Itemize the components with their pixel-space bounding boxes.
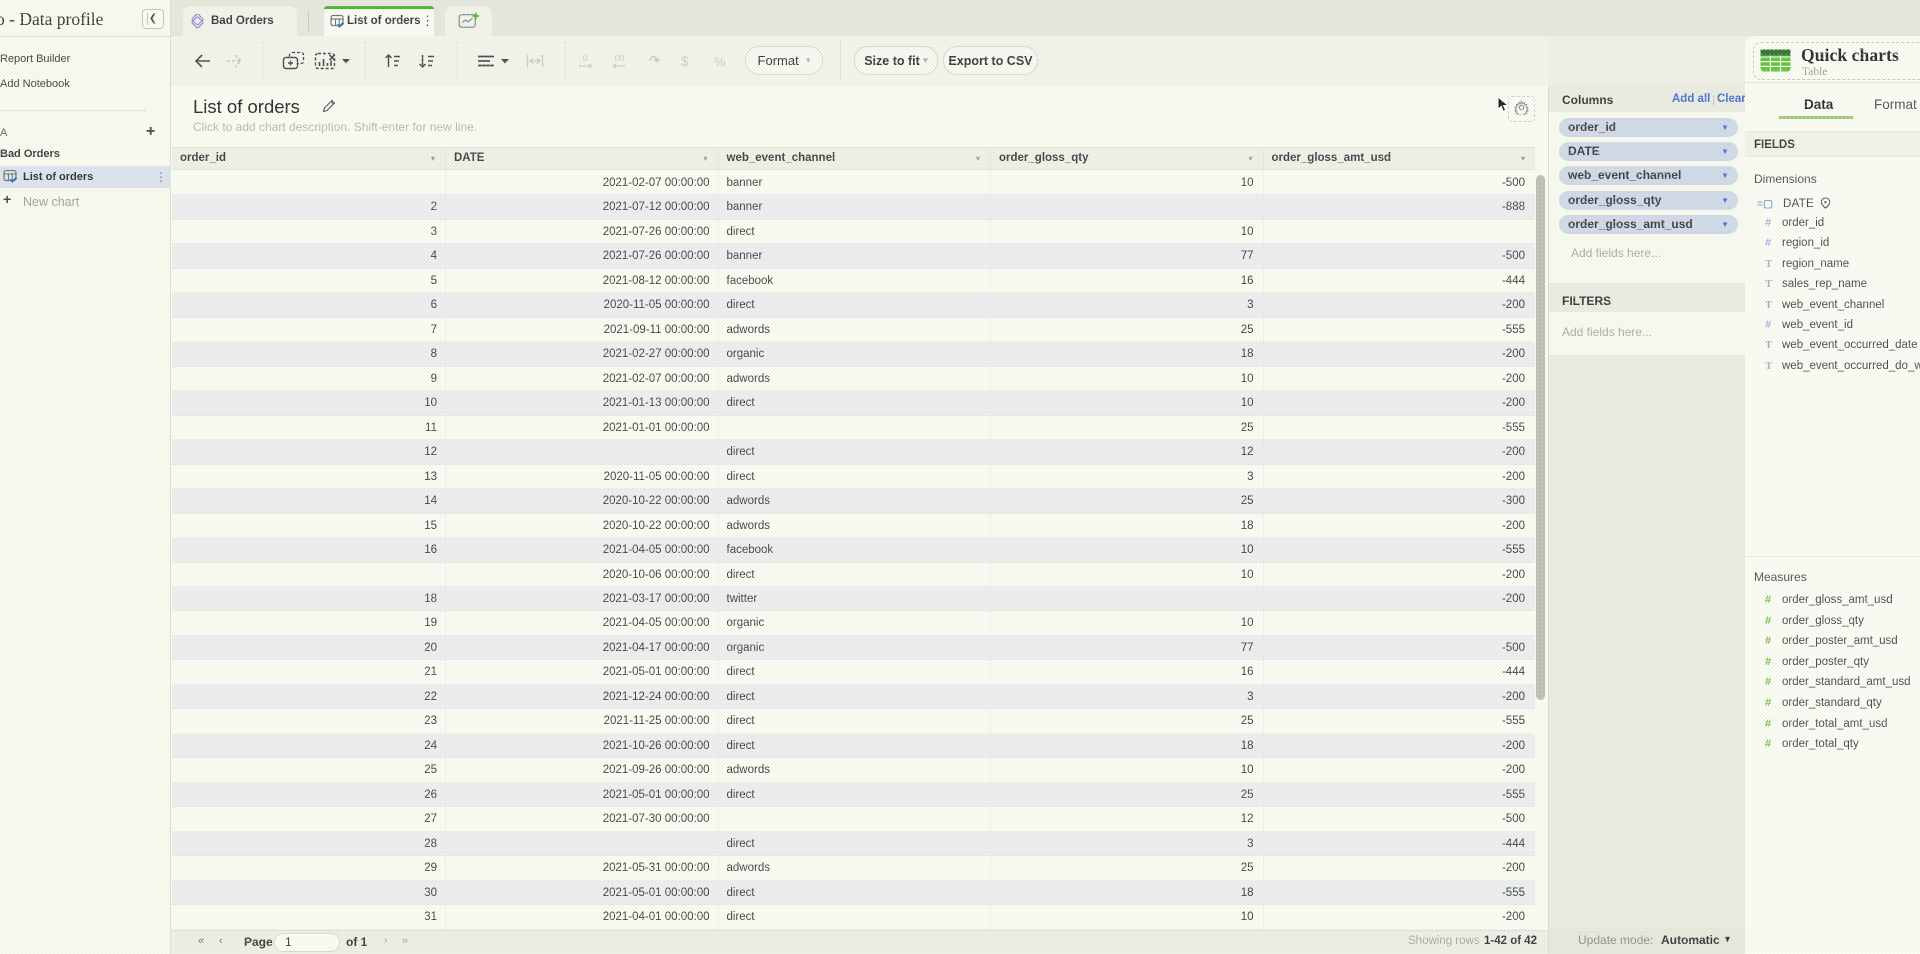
svg-text:.0: .0 (580, 53, 588, 63)
svg-text:.00: .00 (612, 53, 625, 63)
